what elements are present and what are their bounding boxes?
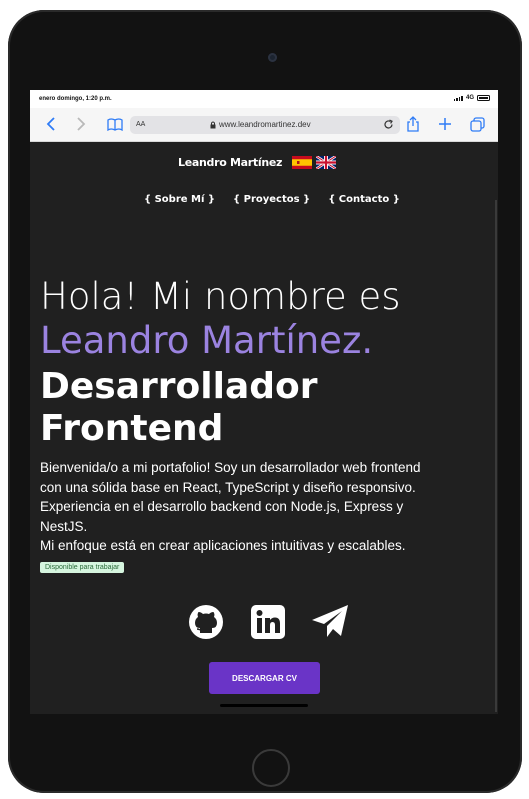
spain-flag-icon[interactable] [292, 156, 313, 169]
main-nav: { Sobre Mí } { Proyectos } { Contacto } [144, 194, 400, 205]
site-name[interactable]: Leandro Martínez [178, 156, 282, 169]
scrollbar[interactable] [495, 200, 497, 712]
hero-role-line2: Frontend [40, 408, 224, 449]
new-tab-icon[interactable] [436, 115, 454, 133]
bio-line: Mi enfoque está en crear aplicaciones in… [40, 538, 406, 554]
bio-line: con una sólida base en React, TypeScript… [40, 479, 416, 495]
address-bar[interactable]: AA www.leandromartinez.dev [130, 116, 400, 134]
reader-aa-button[interactable]: AA [136, 121, 145, 128]
reload-icon[interactable] [383, 119, 394, 132]
linkedin-icon[interactable] [248, 602, 288, 642]
hero-greeting: Hola! Mi nombre es [40, 275, 401, 318]
bio-line: NestJS. [40, 518, 88, 534]
nav-about[interactable]: { Sobre Mí } [144, 194, 215, 205]
signal-icon [453, 95, 463, 101]
hero-role-line1: Desarrollador [40, 366, 318, 407]
tablet-screen: enero domingo, 1:20 p.m. 4G AA www.leand… [30, 90, 498, 714]
battery-icon [477, 95, 490, 101]
hero-name: Leandro Martínez. [40, 319, 374, 362]
share-icon[interactable] [404, 115, 422, 133]
bio-line: Bienvenida/o a mi portafolio! Soy un des… [40, 460, 421, 475]
home-indicator [220, 704, 308, 707]
front-camera [268, 53, 277, 62]
site-header: Leandro Martínez [178, 156, 337, 169]
url-display: www.leandromartinez.dev [210, 120, 311, 129]
download-cv-button[interactable]: DESCARGAR CV [209, 662, 320, 694]
hero-role: Desarrollador Frontend [40, 366, 318, 450]
nav-projects[interactable]: { Proyectos } [233, 194, 310, 205]
telegram-icon[interactable] [310, 602, 350, 642]
social-links [186, 602, 350, 642]
bookmarks-icon[interactable] [106, 115, 124, 133]
language-switcher [292, 156, 337, 169]
hero-bio: Bienvenida/o a mi portafolio! Soy un des… [40, 458, 460, 556]
browser-toolbar: AA www.leandromartinez.dev [30, 108, 498, 142]
status-bar: enero domingo, 1:20 p.m. 4G [30, 90, 498, 108]
status-indicators: 4G [453, 95, 490, 101]
back-icon[interactable] [42, 115, 60, 133]
forward-icon[interactable] [72, 115, 90, 133]
uk-flag-icon[interactable] [316, 156, 337, 169]
tabs-icon[interactable] [468, 115, 486, 133]
portfolio-page: Leandro Martínez { Sobre Mí } { Proyecto… [30, 142, 498, 714]
status-time: enero domingo, 1:20 p.m. [39, 96, 112, 102]
github-icon[interactable] [186, 602, 226, 642]
lock-icon [210, 121, 216, 128]
url-text: www.leandromartinez.dev [219, 120, 311, 129]
bio-line: Experiencia en el desarrollo backend con… [40, 499, 404, 515]
nav-contact[interactable]: { Contacto } [328, 194, 400, 205]
network-label: 4G [465, 95, 474, 101]
home-button[interactable] [252, 749, 290, 787]
availability-badge: Disponible para trabajar [40, 562, 125, 573]
